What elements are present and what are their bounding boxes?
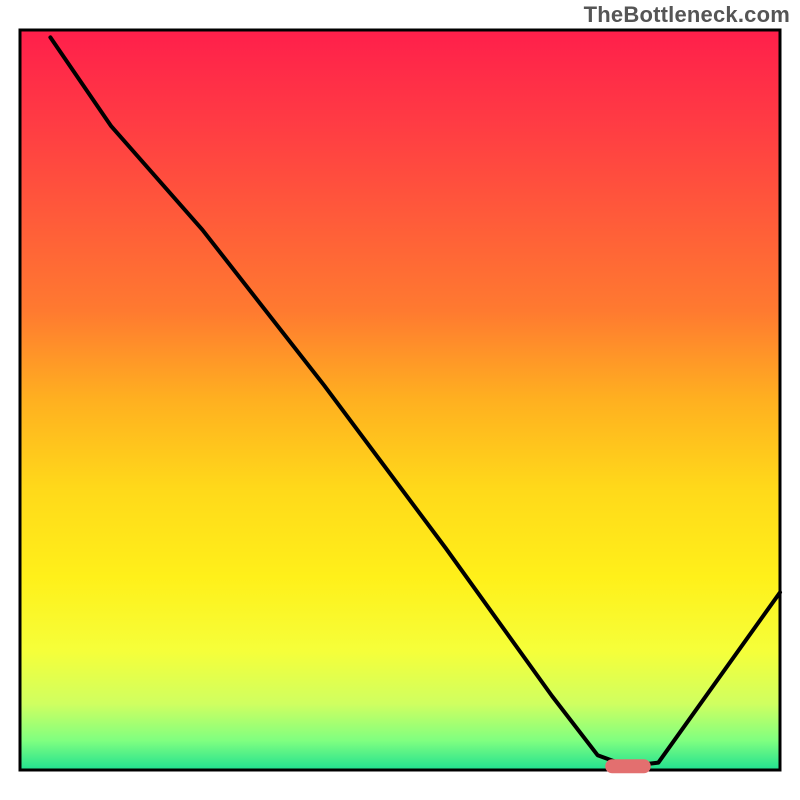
plot-background bbox=[20, 30, 780, 770]
chart-svg bbox=[0, 0, 800, 800]
watermark-text: TheBottleneck.com bbox=[584, 2, 790, 28]
chart-container: TheBottleneck.com bbox=[0, 0, 800, 800]
optimum-marker bbox=[605, 759, 651, 773]
